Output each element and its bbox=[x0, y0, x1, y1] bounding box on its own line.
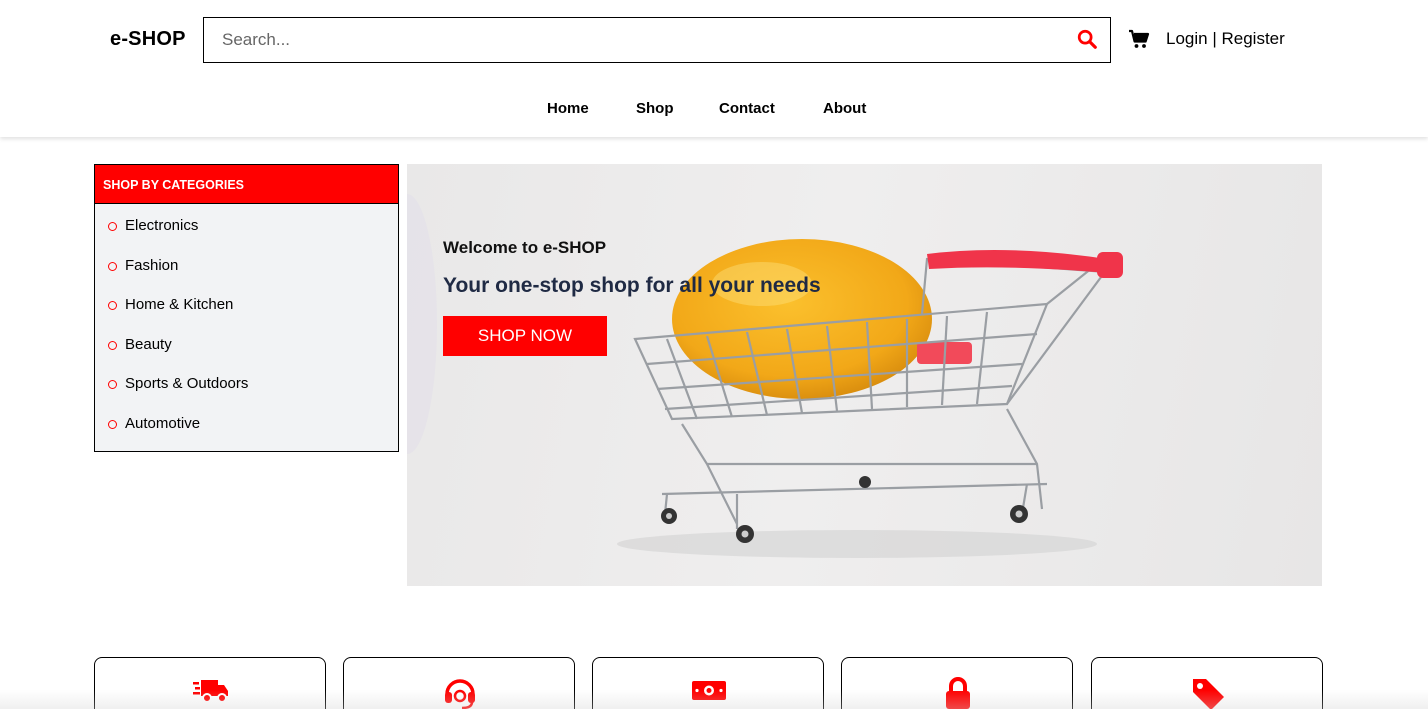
circle-bullet-icon bbox=[108, 340, 117, 350]
feature-card-secure bbox=[841, 657, 1073, 709]
category-title: SHOP BY CATEGORIES bbox=[95, 165, 398, 204]
search-input[interactable] bbox=[204, 18, 1064, 61]
tag-icon bbox=[1193, 679, 1224, 709]
category-item-fashion[interactable]: Fashion bbox=[95, 257, 398, 297]
shop-now-button[interactable]: SHOP NOW bbox=[443, 316, 607, 356]
register-link[interactable]: Register bbox=[1221, 29, 1284, 48]
circle-bullet-icon bbox=[108, 419, 117, 429]
circle-bullet-icon bbox=[108, 380, 117, 390]
category-label: Electronics bbox=[125, 217, 199, 234]
category-label: Sports & Outdoors bbox=[125, 375, 249, 393]
search-icon[interactable] bbox=[1076, 28, 1100, 52]
feature-card-shipping bbox=[94, 657, 326, 709]
main-nav: Home Shop Contact About bbox=[0, 100, 1428, 120]
truck-icon bbox=[193, 680, 228, 703]
category-list: Electronics Fashion Home & Kitchen Beaut… bbox=[95, 204, 398, 455]
nav-home[interactable]: Home bbox=[547, 100, 589, 117]
hero-banner: Welcome to e-SHOP Your one-stop shop for… bbox=[407, 164, 1322, 586]
feature-card-offers bbox=[1091, 657, 1323, 709]
nav-shop[interactable]: Shop bbox=[636, 100, 674, 117]
category-label: Automotive bbox=[125, 414, 201, 432]
feature-card-support bbox=[343, 657, 575, 709]
category-item-sports-outdoors[interactable]: Sports & Outdoors bbox=[95, 375, 398, 415]
site-header: e-SHOP Login | Register Home Shop Contac… bbox=[0, 0, 1428, 137]
hero-cart-image bbox=[407, 194, 1123, 558]
auth-links: Login | Register bbox=[1166, 29, 1285, 49]
category-label: Fashion bbox=[125, 256, 179, 274]
hero-welcome: Welcome to e-SHOP bbox=[443, 238, 607, 257]
site-logo[interactable]: e-SHOP bbox=[110, 28, 186, 51]
category-item-beauty[interactable]: Beauty bbox=[95, 336, 398, 376]
search-bar bbox=[203, 17, 1111, 63]
auth-separator: | bbox=[1207, 29, 1222, 48]
nav-contact[interactable]: Contact bbox=[719, 100, 775, 117]
money-bill-icon bbox=[692, 681, 726, 700]
category-item-home-kitchen[interactable]: Home & Kitchen bbox=[95, 296, 398, 336]
hero-tagline: Your one-stop shop for all your needs bbox=[443, 274, 821, 297]
category-sidebar: SHOP BY CATEGORIES Electronics Fashion H… bbox=[94, 164, 399, 452]
feature-card-payment bbox=[592, 657, 824, 709]
feature-row bbox=[94, 657, 1323, 709]
hero-text: Welcome to e-SHOP Your one-stop shop for… bbox=[443, 238, 821, 356]
circle-bullet-icon bbox=[108, 261, 117, 271]
category-item-electronics[interactable]: Electronics bbox=[95, 217, 398, 257]
lock-icon bbox=[946, 677, 970, 709]
category-label: Home & Kitchen bbox=[125, 296, 234, 314]
headset-icon bbox=[445, 679, 475, 709]
circle-bullet-icon bbox=[108, 301, 117, 311]
circle-bullet-icon bbox=[108, 222, 117, 231]
nav-about[interactable]: About bbox=[823, 100, 866, 117]
category-item-automotive[interactable]: Automotive bbox=[95, 415, 398, 455]
login-link[interactable]: Login bbox=[1166, 29, 1208, 48]
category-label: Beauty bbox=[125, 335, 172, 353]
cart-icon[interactable] bbox=[1128, 29, 1150, 49]
